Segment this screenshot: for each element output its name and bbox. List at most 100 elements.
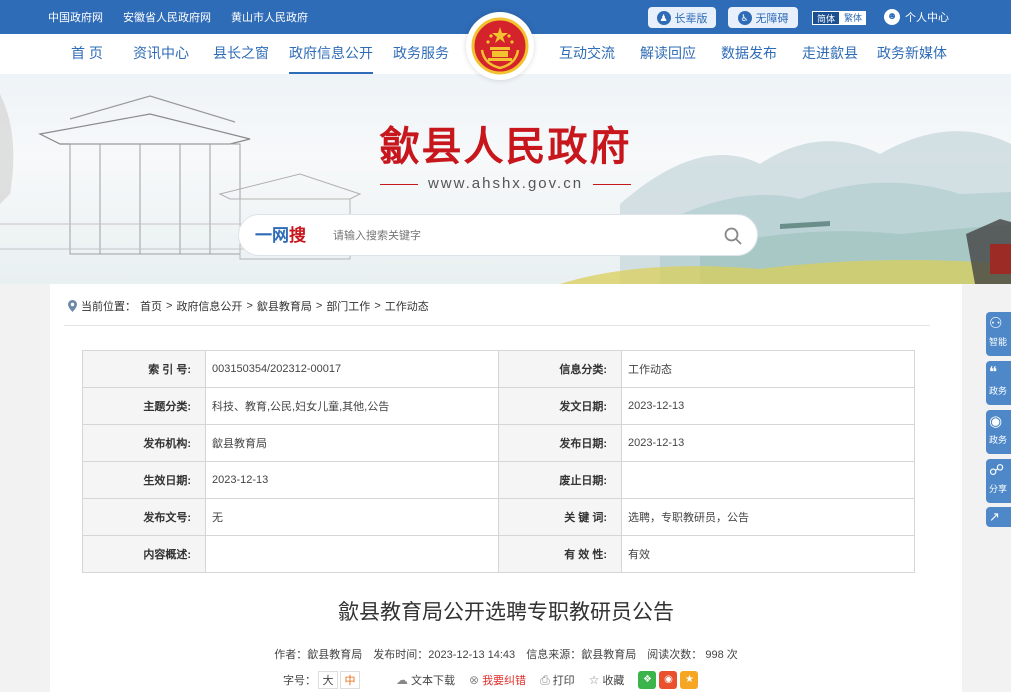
meta-value <box>205 535 499 573</box>
print-label: 打印 <box>552 675 575 687</box>
breadcrumb-sep: > <box>246 300 253 312</box>
search-input[interactable] <box>333 227 693 245</box>
language-switch: 简体 繁体 <box>812 11 867 25</box>
link-gov-cn[interactable]: 中国政府网 <box>48 9 103 25</box>
content-card: 当前位置： 首页 > 政府信息公开 > 歙县教育局 > 部门工作 > 工作动态 … <box>50 284 962 692</box>
arrow-up-icon: ↗ <box>989 509 1000 524</box>
breadcrumb-dept-work[interactable]: 部门工作 <box>326 298 370 314</box>
top-links: 中国政府网 安徽省人民政府网 黄山市人民政府 <box>48 0 308 34</box>
meta-value: 2023-12-13 <box>621 424 915 462</box>
weibo-icon: ◉ <box>989 413 1003 430</box>
side-gov-weibo-button[interactable]: ◉ 政务 <box>986 410 1011 454</box>
report-error-label: 我要纠错 <box>482 675 527 687</box>
print-button[interactable]: ⎙ 打印 <box>540 672 575 688</box>
user-center-link[interactable]: ☻ 个人中心 <box>884 9 949 25</box>
meta-value: 003150354/202312-00017 <box>205 350 499 388</box>
breadcrumb-work-news[interactable]: 工作动态 <box>385 298 429 314</box>
favorite-button[interactable]: ☆ 收藏 <box>589 672 625 688</box>
user-icon: ☻ <box>884 9 900 25</box>
link-huangshan-gov[interactable]: 黄山市人民政府 <box>231 9 308 25</box>
font-size-medium-button[interactable]: 中 <box>340 671 360 689</box>
location-pin-icon <box>68 300 77 312</box>
breadcrumb-home[interactable]: 首页 <box>140 298 162 314</box>
article-author: 作者：歙县教育局 <box>274 649 363 661</box>
breadcrumb-edu-bureau[interactable]: 歙县教育局 <box>257 298 312 314</box>
side-back-to-top-button[interactable]: ↗ <box>986 507 1011 527</box>
search-logo: 一网搜 <box>255 215 306 257</box>
font-size-large-button[interactable]: 大 <box>318 671 338 689</box>
side-gov-weibo-label: 政务 <box>989 435 1008 445</box>
chat-bubble-icon: ❝ <box>989 364 998 381</box>
breadcrumb-divider <box>64 325 930 326</box>
side-share-label: 分享 <box>989 484 1008 494</box>
site-title: 歙县人民政府 <box>379 124 632 169</box>
nav-interpretation[interactable]: 解读回应 <box>640 34 696 74</box>
nav-interaction[interactable]: 互动交流 <box>559 34 615 74</box>
nav-data[interactable]: 数据发布 <box>721 34 777 74</box>
report-error-icon: ⊗ <box>469 673 480 687</box>
robot-icon: ⚇ <box>989 315 1003 332</box>
font-size-label: 字号： <box>283 675 316 687</box>
metadata-table: 索 引 号: 003150354/202312-00017 信息分类: 工作动态… <box>82 350 915 573</box>
side-ai-label: 智能 <box>989 337 1008 347</box>
meta-value: 歙县教育局 <box>205 424 499 462</box>
nav-new-media[interactable]: 政务新媒体 <box>877 34 947 74</box>
weibo-share-icon[interactable]: ◉ <box>659 671 678 689</box>
meta-value: 2023-12-13 <box>205 461 499 499</box>
wheelchair-icon: ♿ <box>737 10 752 25</box>
favorite-label: 收藏 <box>602 675 625 687</box>
site-url: www.ahshx.gov.cn <box>0 175 1011 192</box>
site-search: 一网搜 <box>238 214 758 256</box>
meta-key: 主题分类: <box>82 387 206 425</box>
article-title: 歙县教育局公开选聘专职教研员公告 <box>338 601 674 624</box>
breadcrumb-gov-info[interactable]: 政府信息公开 <box>176 298 242 314</box>
print-icon: ⎙ <box>540 672 550 687</box>
wechat-share-icon[interactable]: ❖ <box>638 671 657 689</box>
breadcrumb: 当前位置： 首页 > 政府信息公开 > 歙县教育局 > 部门工作 > 工作动态 <box>68 298 429 314</box>
breadcrumb-prefix: 当前位置： <box>81 301 136 313</box>
nav-magistrate[interactable]: 县长之窗 <box>213 34 269 74</box>
accessibility-button[interactable]: ♿ 无障碍 <box>728 7 798 28</box>
side-ai-assistant-button[interactable]: ⚇ 智能 <box>986 312 1011 356</box>
article-publish-time: 发布时间：2023-12-13 14:43 <box>373 649 516 661</box>
meta-key: 废止日期: <box>498 461 622 499</box>
nav-about[interactable]: 走进歙县 <box>802 34 858 74</box>
download-text-button[interactable]: ☁ 文本下载 <box>396 672 455 688</box>
meta-key: 发布日期: <box>498 424 622 462</box>
report-error-button[interactable]: ⊗ 我要纠错 <box>469 672 526 688</box>
nav-home[interactable]: 首 页 <box>71 34 103 74</box>
elder-mode-label: 长辈版 <box>674 12 708 25</box>
breadcrumb-sep: > <box>166 300 173 312</box>
side-gov-service-label: 政务 <box>989 386 1008 396</box>
elder-mode-button[interactable]: ♟ 长辈版 <box>648 7 716 28</box>
link-anhui-gov[interactable]: 安徽省人民政府网 <box>123 9 211 25</box>
download-label: 文本下载 <box>411 675 455 687</box>
nav-gov-service[interactable]: 政务服务 <box>393 34 449 74</box>
meta-key: 发文日期: <box>498 387 622 425</box>
search-icon[interactable] <box>723 226 743 246</box>
breadcrumb-sep: > <box>374 300 381 312</box>
lang-traditional-button[interactable]: 繁体 <box>840 11 867 25</box>
meta-value: 2023-12-13 <box>621 387 915 425</box>
elder-icon: ♟ <box>656 10 671 25</box>
side-share-button[interactable]: ☍ 分享 <box>986 459 1011 503</box>
search-logo-text: 一网 <box>255 226 289 245</box>
nav-gov-info[interactable]: 政府信息公开 <box>289 34 373 74</box>
meta-value: 工作动态 <box>621 350 915 388</box>
lang-simplified-button[interactable]: 简体 <box>812 11 841 25</box>
side-gov-service-button[interactable]: ❝ 政务 <box>986 361 1011 405</box>
nav-news[interactable]: 资讯中心 <box>133 34 189 74</box>
accessibility-label: 无障碍 <box>755 12 789 25</box>
banner: 歙县人民政府 www.ahshx.gov.cn 一网搜 <box>0 74 1011 284</box>
article-read-count: 阅读次数： 998 次 <box>647 649 738 661</box>
article-tools: 字号： 大 中 ☁ 文本下载 ⊗ 我要纠错 ⎙ 打印 ☆ 收藏 ❖ ◉ ★ <box>283 670 699 690</box>
meta-key: 内容概述: <box>82 535 206 573</box>
article-info: 作者：歙县教育局 发布时间：2023-12-13 14:43 信息来源：歙县教育… <box>50 646 962 662</box>
table-row: 主题分类: 科技、教育,公民,妇女儿童,其他,公告 发文日期: 2023-12-… <box>82 387 915 425</box>
meta-key: 发布文号: <box>82 498 206 536</box>
table-row: 内容概述: 有 效 性: 有效 <box>82 535 915 573</box>
article-source: 信息来源：歙县教育局 <box>526 649 637 661</box>
national-emblem-icon <box>466 12 534 80</box>
qzone-share-icon[interactable]: ★ <box>680 671 699 689</box>
table-row: 生效日期: 2023-12-13 废止日期: <box>82 461 915 499</box>
